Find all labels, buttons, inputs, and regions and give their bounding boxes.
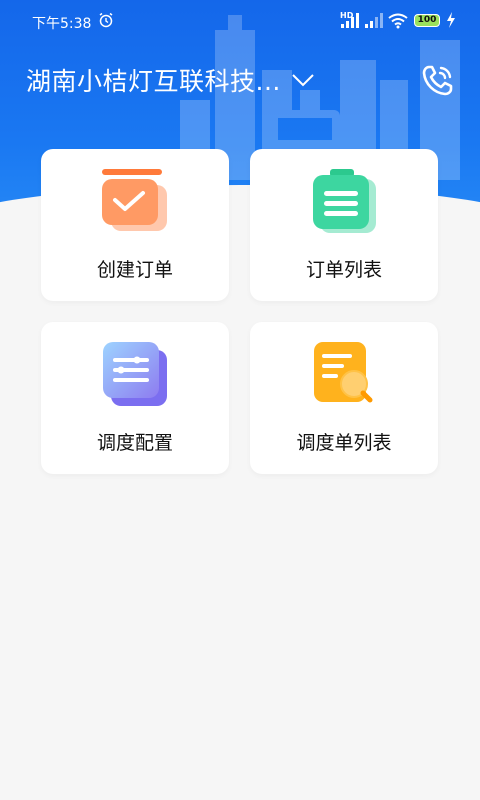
- menu-card-create-order[interactable]: 创建订单: [41, 149, 229, 301]
- battery-icon: 100: [414, 14, 440, 27]
- menu-card-dispatch-list[interactable]: 调度单列表: [250, 322, 438, 474]
- menu-card-label: 创建订单: [96, 259, 173, 281]
- status-bar: 下午5:38 HD 100: [0, 0, 480, 44]
- chevron-down-icon: [292, 74, 314, 87]
- dispatch-list-icon: [314, 342, 373, 403]
- menu-card-label: 调度单列表: [296, 432, 392, 454]
- menu-card-label: 订单列表: [305, 259, 382, 281]
- phone-call-icon[interactable]: [420, 62, 456, 98]
- create-order-icon: [102, 169, 167, 231]
- company-name: 湖南小桔灯互联科技...: [26, 67, 281, 96]
- company-selector[interactable]: 湖南小桔灯互联科技...: [26, 62, 315, 98]
- order-list-icon: [313, 169, 376, 233]
- status-time: 下午5:38: [32, 16, 92, 32]
- charging-icon: [447, 12, 455, 28]
- signal-icon-secondary: [365, 13, 383, 28]
- menu-card-order-list[interactable]: 订单列表: [250, 149, 438, 301]
- signal-icon: [341, 13, 359, 28]
- wifi-icon: [388, 13, 408, 29]
- menu-card-dispatch-config[interactable]: 调度配置: [41, 322, 229, 474]
- dispatch-config-icon: [103, 342, 167, 406]
- alarm-icon: [99, 12, 113, 28]
- menu-card-label: 调度配置: [96, 432, 173, 454]
